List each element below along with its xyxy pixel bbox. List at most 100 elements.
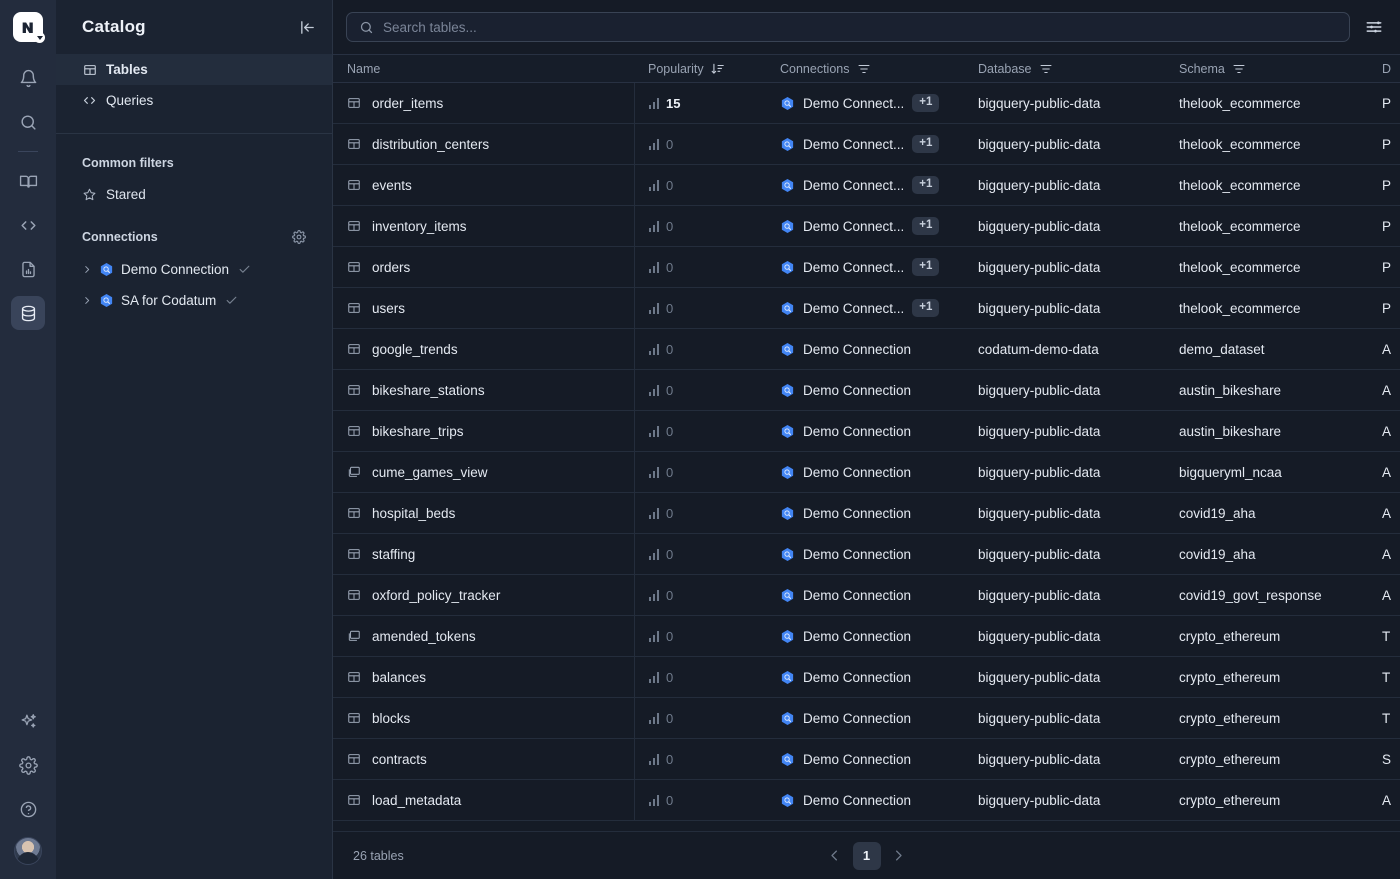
filter-icon[interactable]	[1232, 62, 1246, 76]
code-icon[interactable]	[11, 208, 45, 242]
column-header-connections[interactable]: Connections	[766, 55, 964, 83]
collapse-sidebar-icon[interactable]	[299, 19, 316, 36]
extra-connections-badge[interactable]: +1	[912, 217, 939, 235]
table-row[interactable]: hospital_beds0Demo Connectionbigquery-pu…	[333, 493, 1400, 534]
connections-heading: Connections	[56, 230, 332, 244]
cell-name[interactable]: events	[333, 165, 634, 206]
cell-name[interactable]: staffing	[333, 534, 634, 575]
column-header-database[interactable]: Database	[964, 55, 1165, 83]
table-row[interactable]: events0Demo Connect...+1bigquery-public-…	[333, 165, 1400, 206]
search-input[interactable]	[383, 20, 1337, 35]
extra-connections-badge[interactable]: +1	[912, 176, 939, 194]
cell-name[interactable]: google_trends	[333, 329, 634, 370]
cell-connections: Demo Connect...+1	[766, 83, 964, 124]
filter-icon[interactable]	[857, 62, 871, 76]
column-header-schema[interactable]: Schema	[1165, 55, 1368, 83]
cell-name[interactable]: oxford_policy_tracker	[333, 575, 634, 616]
column-header-description[interactable]: D	[1368, 55, 1400, 83]
sidebar-connection-sa-for-codatum[interactable]: SA for Codatum	[56, 285, 332, 316]
logo-badge	[34, 32, 45, 43]
cell-name[interactable]: inventory_items	[333, 206, 634, 247]
table-row[interactable]: cume_games_view0Demo Connectionbigquery-…	[333, 452, 1400, 493]
database-icon[interactable]	[11, 296, 45, 330]
search-bar[interactable]	[346, 12, 1350, 42]
report-icon[interactable]	[11, 252, 45, 286]
popularity-value: 0	[666, 670, 673, 685]
table-name-label: hospital_beds	[372, 506, 455, 521]
sidebar-item-tables[interactable]: Tables	[56, 54, 332, 85]
sort-descending-icon[interactable]	[711, 62, 725, 76]
sidebar-item-queries[interactable]: Queries	[56, 85, 332, 116]
cell-database: bigquery-public-data	[964, 83, 1165, 124]
cell-name[interactable]: hospital_beds	[333, 493, 634, 534]
popularity-bars-icon	[649, 98, 660, 109]
table-row[interactable]: orders0Demo Connect...+1bigquery-public-…	[333, 247, 1400, 288]
cell-name[interactable]: bikeshare_stations	[333, 370, 634, 411]
table-row[interactable]: order_items15Demo Connect...+1bigquery-p…	[333, 83, 1400, 124]
extra-connections-badge[interactable]: +1	[912, 135, 939, 153]
popularity-bars-icon	[649, 590, 660, 601]
page-number-1[interactable]: 1	[853, 842, 881, 870]
cell-name[interactable]: cume_games_view	[333, 452, 634, 493]
extra-connections-badge[interactable]: +1	[912, 94, 939, 112]
sidebar-filter-stared[interactable]: Stared	[56, 180, 332, 208]
column-header-name[interactable]: Name	[333, 55, 634, 83]
search-icon[interactable]	[11, 105, 45, 139]
cell-name[interactable]: users	[333, 288, 634, 329]
extra-connections-badge[interactable]: +1	[912, 299, 939, 317]
cell-description: S	[1368, 739, 1400, 780]
table-row[interactable]: blocks0Demo Connectionbigquery-public-da…	[333, 698, 1400, 739]
table-row[interactable]: contracts0Demo Connectionbigquery-public…	[333, 739, 1400, 780]
bigquery-icon	[780, 219, 795, 234]
table-row[interactable]: balances0Demo Connectionbigquery-public-…	[333, 657, 1400, 698]
table-row[interactable]: amended_tokens0Demo Connectionbigquery-p…	[333, 616, 1400, 657]
cell-schema: thelook_ecommerce	[1165, 83, 1368, 124]
extra-connections-badge[interactable]: +1	[912, 258, 939, 276]
table-row[interactable]: inventory_items0Demo Connect...+1bigquer…	[333, 206, 1400, 247]
next-page-button[interactable]	[887, 844, 911, 868]
previous-page-button[interactable]	[823, 844, 847, 868]
table-row[interactable]: distribution_centers0Demo Connect...+1bi…	[333, 124, 1400, 165]
sidebar-connection-demo-connection[interactable]: Demo Connection	[56, 254, 332, 285]
cell-name[interactable]: blocks	[333, 698, 634, 739]
cell-name[interactable]: orders	[333, 247, 634, 288]
bigquery-icon	[780, 752, 795, 767]
sidebar-divider	[56, 133, 332, 134]
cell-name[interactable]: bikeshare_trips	[333, 411, 634, 452]
app-logo[interactable]: и	[13, 12, 43, 42]
cell-name[interactable]: amended_tokens	[333, 616, 634, 657]
table-name-label: users	[372, 301, 405, 316]
cell-name[interactable]: distribution_centers	[333, 124, 634, 165]
popularity-value: 0	[666, 178, 673, 193]
chevron-right-icon[interactable]	[82, 264, 92, 275]
gear-icon[interactable]	[11, 748, 45, 782]
table-row[interactable]: users0Demo Connect...+1bigquery-public-d…	[333, 288, 1400, 329]
sparkles-icon[interactable]	[11, 704, 45, 738]
book-icon[interactable]	[11, 164, 45, 198]
help-icon[interactable]	[11, 792, 45, 826]
notifications-icon[interactable]	[11, 61, 45, 95]
table-row[interactable]: staffing0Demo Connectionbigquery-public-…	[333, 534, 1400, 575]
chevron-right-icon[interactable]	[82, 295, 92, 306]
table-row[interactable]: google_trends0Demo Connectioncodatum-dem…	[333, 329, 1400, 370]
filter-icon[interactable]	[1039, 62, 1053, 76]
table-name-label: load_metadata	[372, 793, 461, 808]
cell-name[interactable]: balances	[333, 657, 634, 698]
cell-description: P	[1368, 206, 1400, 247]
cell-database: bigquery-public-data	[964, 124, 1165, 165]
cell-description: T	[1368, 657, 1400, 698]
gear-icon[interactable]	[292, 230, 306, 244]
bigquery-icon	[780, 424, 795, 439]
table-row[interactable]: load_metadata0Demo Connectionbigquery-pu…	[333, 780, 1400, 821]
cell-name[interactable]: order_items	[333, 83, 634, 124]
table-row[interactable]: bikeshare_stations0Demo Connectionbigque…	[333, 370, 1400, 411]
connection-name-label: Demo Connection	[803, 465, 911, 480]
cell-name[interactable]: contracts	[333, 739, 634, 780]
table-settings-icon[interactable]	[1362, 15, 1386, 39]
pagination: 1	[333, 842, 1400, 870]
cell-name[interactable]: load_metadata	[333, 780, 634, 821]
table-row[interactable]: oxford_policy_tracker0Demo Connectionbig…	[333, 575, 1400, 616]
table-row[interactable]: bikeshare_trips0Demo Connectionbigquery-…	[333, 411, 1400, 452]
avatar[interactable]	[14, 837, 42, 865]
column-header-popularity[interactable]: Popularity	[634, 55, 766, 83]
